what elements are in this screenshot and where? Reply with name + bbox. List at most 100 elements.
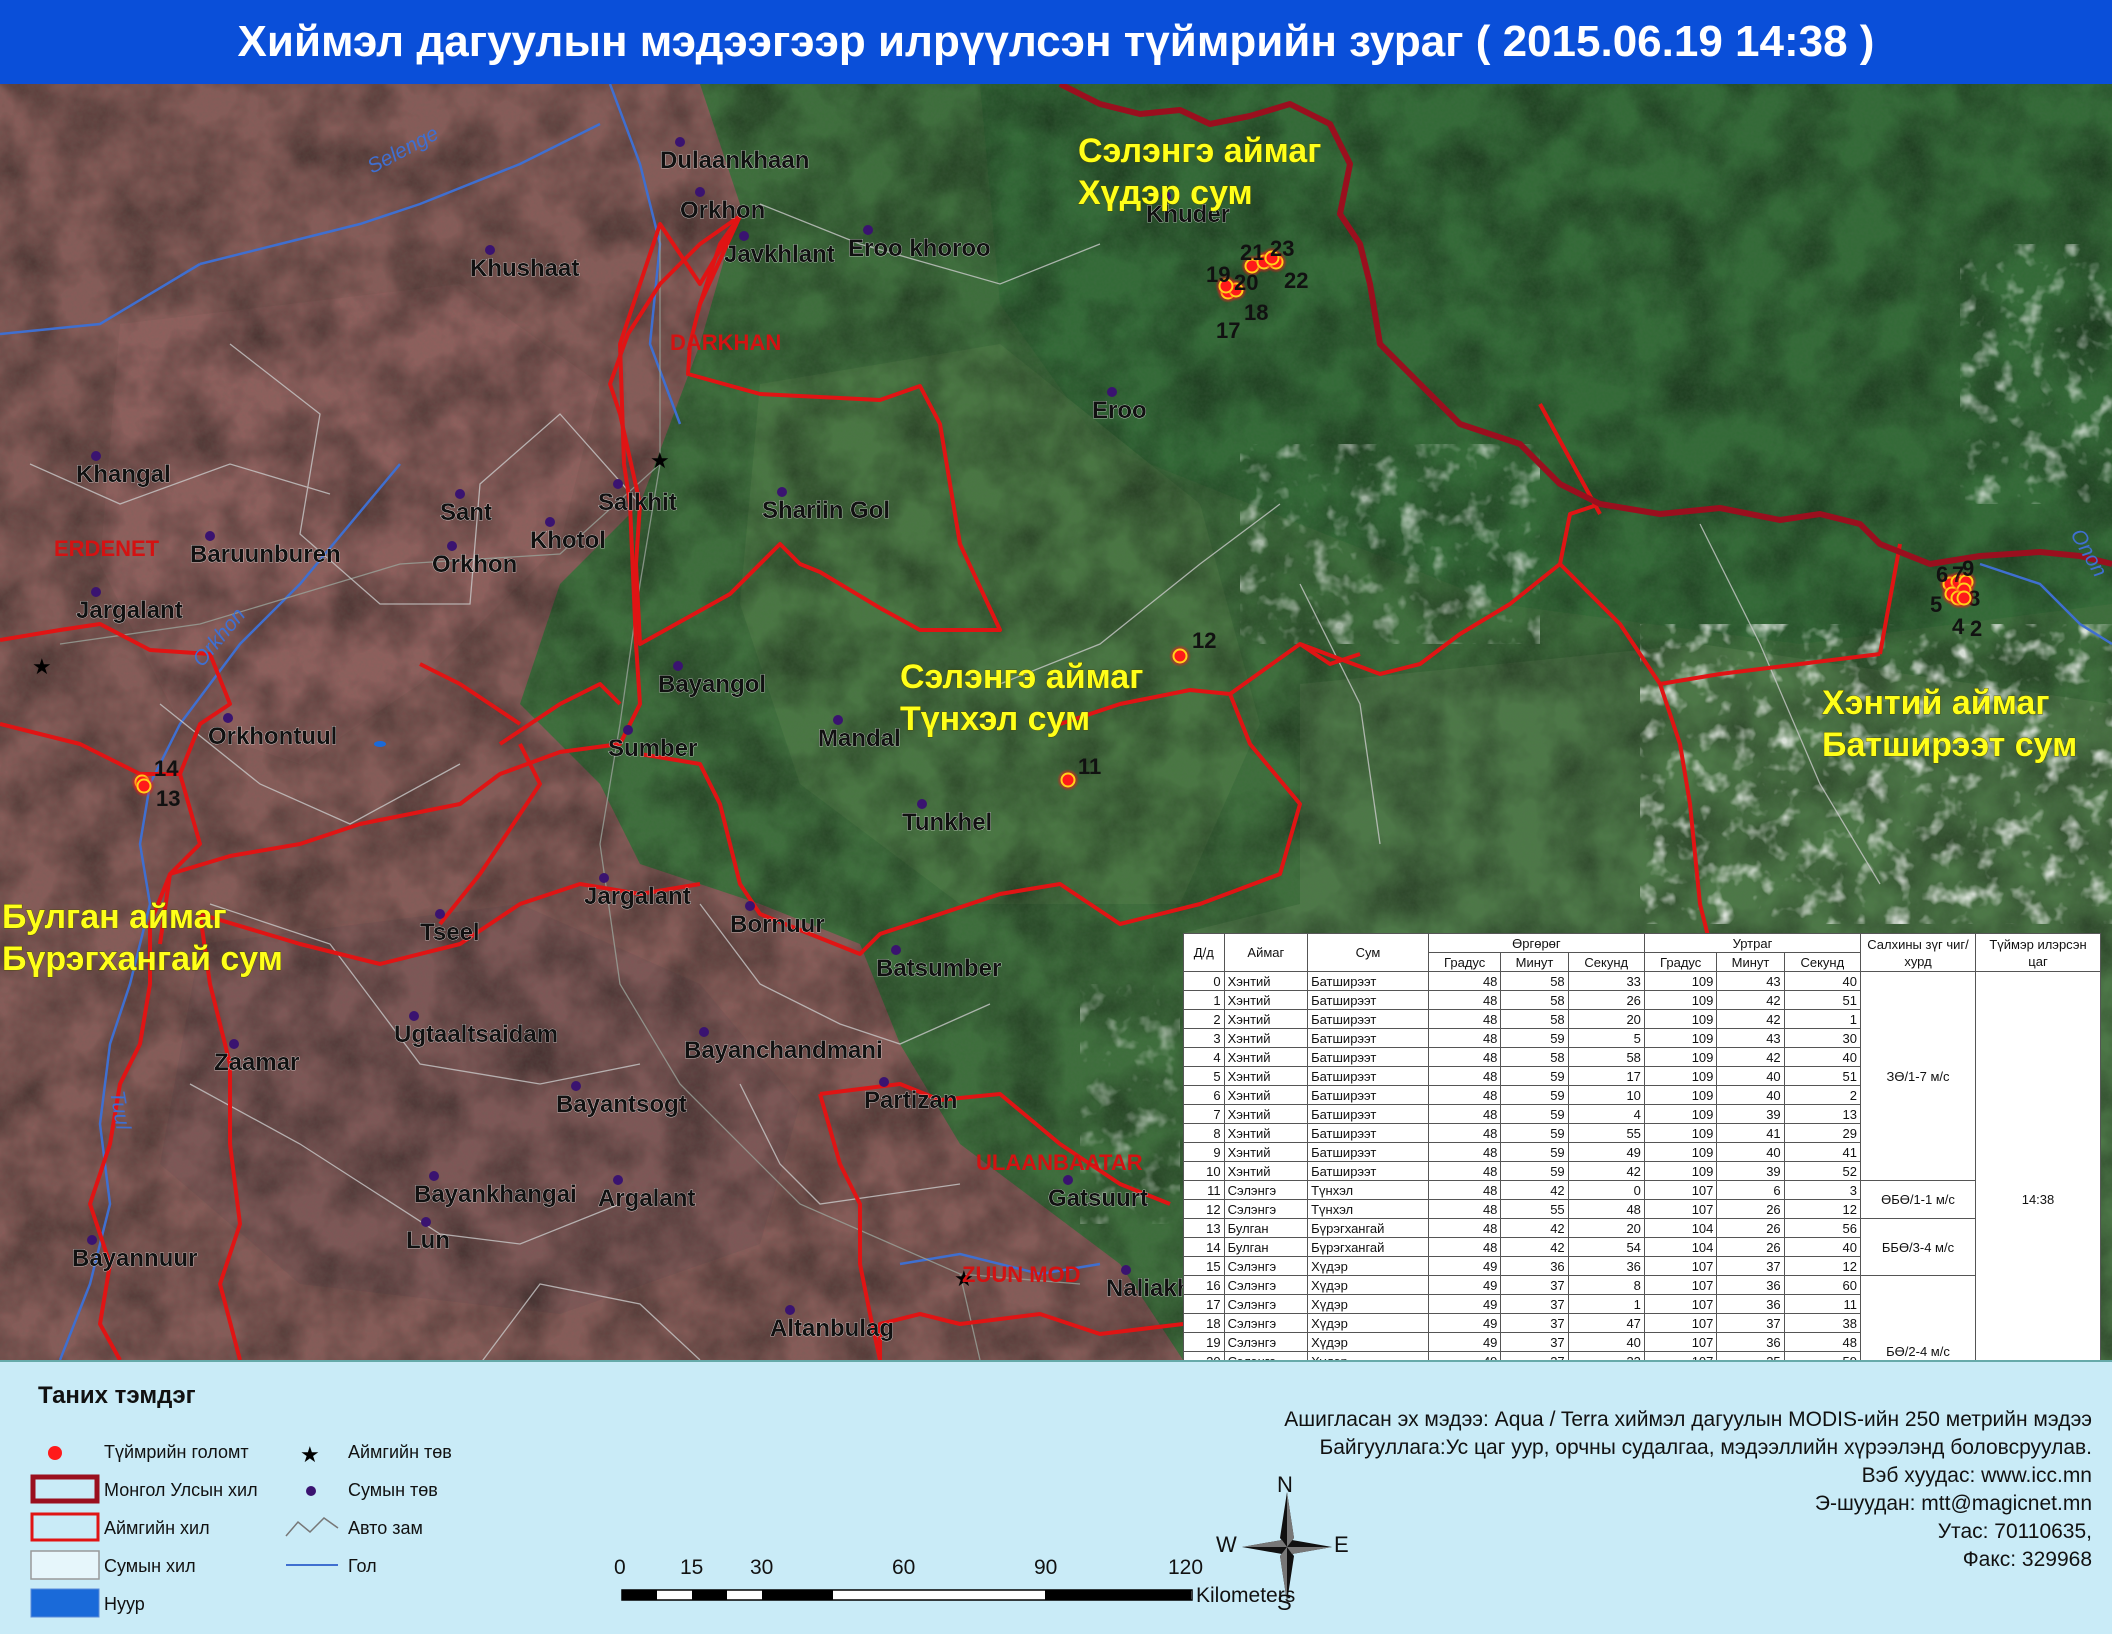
fire-point [1956,590,1972,606]
table-cell: 40 [1783,971,1862,991]
sum-center-dot [223,713,233,723]
map-area[interactable]: ★ ★ ★ ★ DulaankhaanOrkhonJavkhlantEroo k… [0,84,2112,1360]
table-cell: Хэнтий [1223,1009,1309,1029]
table-cell: Хүдэр [1307,1332,1429,1352]
sum-center-dot [613,1175,623,1185]
sum-center-dot [623,725,633,735]
table-cell: 20 [1567,1218,1645,1238]
sum-center-dot [675,137,685,147]
place-label: Eroo khoroo [848,235,991,262]
col-lon-min: Минут [1716,952,1785,972]
table-cell: 8 [1567,1275,1645,1295]
table-cell: Сэлэнгэ [1223,1180,1309,1200]
region-label: Батширээт сум [1822,726,2077,764]
table-cell: 15 [1183,1256,1225,1276]
table-cell: 48 [1427,990,1502,1010]
col-wind: Салхины зүг чиг/хурд [1860,933,1976,972]
table-cell: Батширээт [1307,1085,1429,1105]
place-label: Altanbulag [770,1315,894,1342]
svg-text:★: ★ [650,449,670,474]
table-cell: 42 [1500,1218,1569,1238]
legend-river: Гол [348,1556,377,1576]
table-cell: 59 [1500,1028,1569,1048]
legend-panel: Таних тэмдэг Түймрийн голомт Монгол Улсы… [0,1360,2112,1634]
table-cell: 49 [1427,1332,1502,1352]
table-cell: 3 [1783,1180,1862,1200]
table-cell: Хэнтий [1223,1142,1309,1162]
fire-point-label: 22 [1284,268,1308,293]
place-label: Jargalant [76,597,183,624]
place-label: Bayanchandmani [684,1037,883,1064]
compass-e: E [1334,1532,1349,1557]
region-label: Булган аймаг [2,898,227,936]
table-cell: 109 [1643,1142,1718,1162]
table-cell: 41 [1783,1142,1862,1162]
place-label: Sumber [608,735,697,762]
table-cell: 17 [1183,1294,1225,1314]
table-cell: 109 [1643,1104,1718,1124]
table-cell: Батширээт [1307,1066,1429,1086]
place-label: Lun [406,1227,450,1254]
table-cell: 16 [1183,1275,1225,1295]
fire-point-label: 6 [1936,562,1948,587]
fire-point [1172,648,1188,664]
region-label: Сэлэнгэ аймаг [900,658,1143,696]
sum-center-dot [613,479,623,489]
table-cell: 59 [1500,1142,1569,1162]
table-cell: Хүдэр [1307,1351,1429,1360]
legend-sum-border: Сумын хил [104,1556,196,1576]
fire-point-label: 4 [1952,614,1965,639]
table-cell: 41 [1716,1123,1785,1143]
legend-lake: Нуур [104,1594,145,1614]
fire-point-label: 20 [1234,270,1258,295]
table-cell: 107 [1643,1275,1718,1295]
table-cell: 10 [1567,1085,1645,1105]
road-icon [285,1517,339,1537]
table-cell: 26 [1716,1199,1785,1219]
fire-symbol-icon [48,1446,62,1460]
place-label: Partizan [864,1087,957,1114]
fire-point [1060,772,1076,788]
table-cell: Хэнтий [1223,990,1309,1010]
legend-aimag-border: Аймгийн хил [104,1518,210,1538]
table-cell: 26 [1567,990,1645,1010]
table-cell: 1 [1183,990,1225,1010]
sum-center-dot [1063,1175,1073,1185]
col-lat-deg: Градус [1427,952,1502,972]
table-cell: 9 [1183,1142,1225,1162]
sum-center-dot [205,531,215,541]
table-cell: 48 [1427,1142,1502,1162]
place-label: Shariin Gol [762,497,890,524]
table-cell: 11 [1183,1180,1225,1200]
table-cell: 40 [1783,1237,1862,1257]
sum-center-dot [421,1217,431,1227]
table-cell: Сэлэнгэ [1223,1294,1309,1314]
table-cell: 38 [1783,1313,1862,1333]
table-cell: 58 [1500,1047,1569,1067]
compass-s: S [1277,1590,1292,1615]
table-cell: Хүдэр [1307,1256,1429,1276]
fire-point-label: 17 [1216,318,1240,343]
table-cell: 58 [1500,971,1569,991]
aimag-center-label: ULAANBAATAR [976,1150,1143,1175]
table-cell: Хэнтий [1223,1066,1309,1086]
table-cell: Хэнтий [1223,1161,1309,1181]
table-cell: 49 [1427,1313,1502,1333]
table-cell: Сэлэнгэ [1223,1313,1309,1333]
table-cell: Батширээт [1307,1104,1429,1124]
table-cell: Сэлэнгэ [1223,1199,1309,1219]
table-cell: 42 [1500,1237,1569,1257]
table-cell: Батширээт [1307,1047,1429,1067]
wind-cell: БӨ/2-4 м/с [1860,1275,1976,1360]
table-cell: 51 [1783,990,1862,1010]
fire-point-label: 5 [1930,592,1942,617]
sum-center-dot [777,487,787,497]
scale-tick-0: 0 [614,1556,626,1579]
table-cell: 0 [1567,1180,1645,1200]
wind-cell: ӨБӨ/1-1 м/с [1860,1180,1976,1219]
fire-point-label: 18 [1244,300,1268,325]
table-cell: 33 [1567,971,1645,991]
table-cell: 109 [1643,1028,1718,1048]
table-cell: 42 [1716,990,1785,1010]
table-cell: Сэлэнгэ [1223,1256,1309,1276]
